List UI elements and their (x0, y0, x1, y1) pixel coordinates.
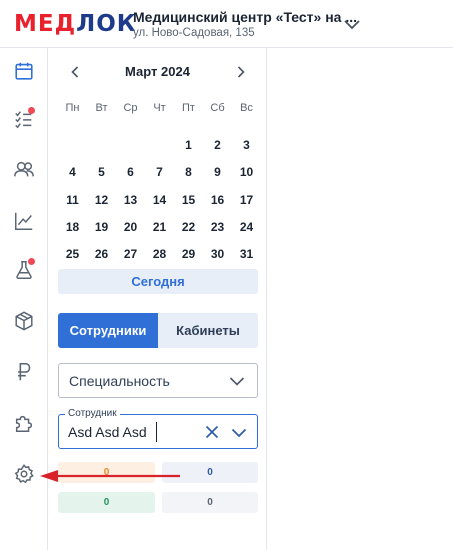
calendar-day[interactable]: 11 (58, 187, 87, 214)
chevron-down-icon[interactable] (343, 17, 361, 31)
specialty-select[interactable]: Специальность (58, 363, 258, 398)
sidebar-item-patients[interactable] (10, 155, 38, 183)
calendar-blank (58, 132, 87, 159)
weekday-label: Чт (153, 102, 166, 114)
calendar-day[interactable]: 31 (232, 241, 261, 268)
sidebar-item-finance[interactable] (10, 358, 38, 386)
stat-gray: 0 (162, 492, 258, 513)
users-icon (14, 161, 34, 177)
calendar-blank (87, 132, 116, 159)
weekday-label: Пт (182, 102, 195, 114)
calendar-day[interactable]: 12 (87, 187, 116, 214)
stat-orange: 0 (58, 462, 155, 483)
sidebar-item-calendar[interactable] (10, 57, 38, 85)
today-button[interactable]: Сегодня (58, 269, 258, 294)
view-toggle: Сотрудники Кабинеты (58, 313, 258, 348)
calendar-day[interactable]: 22 (174, 214, 203, 241)
close-icon[interactable] (205, 425, 219, 439)
calendar-day[interactable]: 8 (174, 159, 203, 186)
notification-dot (28, 258, 35, 265)
schedule-panel: Март 2024 Пн Вт Ср Чт Пт Сб Вс 1 2 3 4 5 6 7 8 9 10 11 12… (48, 48, 267, 550)
calendar-weekdays: Пн Вт Ср Чт Пт Сб Вс (58, 102, 261, 114)
calendar-day[interactable]: 18 (58, 214, 87, 241)
stat-blue: 0 (162, 462, 258, 483)
calendar-day[interactable]: 23 (203, 214, 232, 241)
employee-field-label: Сотрудник (65, 408, 120, 419)
stat-green: 0 (58, 492, 155, 513)
calendar-day[interactable]: 16 (203, 187, 232, 214)
calendar-day[interactable]: 10 (232, 159, 261, 186)
calendar-day[interactable]: 26 (87, 241, 116, 268)
gear-icon (14, 464, 34, 484)
calendar-day[interactable]: 1 (174, 132, 203, 159)
sidebar-nav (0, 48, 48, 550)
calendar-day[interactable]: 15 (174, 187, 203, 214)
tab-rooms[interactable]: Кабинеты (158, 313, 258, 348)
specialty-select-value: Специальность (69, 373, 170, 389)
box-icon (15, 311, 33, 331)
clinic-address: ул. Ново-Садовая, 135 (133, 27, 255, 39)
chevron-down-icon[interactable] (231, 427, 247, 438)
calendar-day[interactable]: 25 (58, 241, 87, 268)
text-caret (156, 422, 157, 442)
calendar-day[interactable]: 28 (145, 241, 174, 268)
sidebar-item-tasks[interactable] (10, 105, 38, 133)
calendar-day[interactable]: 3 (232, 132, 261, 159)
tab-employees[interactable]: Сотрудники (58, 313, 158, 348)
calendar-day[interactable]: 17 (232, 187, 261, 214)
calendar-day[interactable]: 21 (145, 214, 174, 241)
calendar-day[interactable]: 4 (58, 159, 87, 186)
calendar-blank (145, 132, 174, 159)
weekday-label: Ср (123, 102, 138, 114)
calendar-icon (15, 62, 33, 80)
calendar-day[interactable]: 24 (232, 214, 261, 241)
calendar-day[interactable]: 14 (145, 187, 174, 214)
calendar-day[interactable]: 7 (145, 159, 174, 186)
top-header: МЕДЛОК Медицинский центр «Тест» на ... у… (0, 0, 453, 48)
weekday-label: Вс (240, 102, 253, 114)
sidebar-item-lab[interactable] (10, 256, 38, 284)
clinic-name[interactable]: Медицинский центр «Тест» на ... (133, 9, 357, 25)
sidebar-item-warehouse[interactable] (10, 307, 38, 335)
calendar-day[interactable]: 6 (116, 159, 145, 186)
chart-icon (15, 212, 33, 230)
weekday-label: Вт (95, 102, 108, 114)
weekday-label: Сб (210, 102, 225, 114)
calendar-day[interactable]: 9 (203, 159, 232, 186)
sidebar-item-integrations[interactable] (10, 409, 38, 437)
calendar-day[interactable]: 27 (116, 241, 145, 268)
calendar-day[interactable]: 29 (174, 241, 203, 268)
chevron-right-icon[interactable] (234, 65, 248, 79)
calendar-day[interactable]: 13 (116, 187, 145, 214)
weekday-label: Пн (65, 102, 80, 114)
calendar-day[interactable]: 19 (87, 214, 116, 241)
calendar-days-grid: 1 2 3 4 5 6 7 8 9 10 11 12 13 14 15 16 17 18 19 20 21 22 23 24 2… (58, 132, 261, 268)
puzzle-icon (15, 415, 33, 432)
notification-dot (28, 107, 35, 114)
calendar-day[interactable]: 2 (203, 132, 232, 159)
medlok-logo[interactable]: МЕДЛОК (14, 11, 137, 37)
sidebar-item-analytics[interactable] (10, 207, 38, 235)
calendar-day[interactable]: 30 (203, 241, 232, 268)
calendar-day[interactable]: 5 (87, 159, 116, 186)
calendar-day[interactable]: 20 (116, 214, 145, 241)
employee-field[interactable]: Сотрудник Asd Asd Asd (58, 408, 258, 449)
ruble-icon (18, 362, 31, 381)
chevron-down-icon (229, 377, 245, 386)
employee-field-value: Asd Asd Asd (68, 424, 147, 440)
sidebar-item-settings[interactable] (10, 460, 38, 488)
calendar-blank (116, 132, 145, 159)
